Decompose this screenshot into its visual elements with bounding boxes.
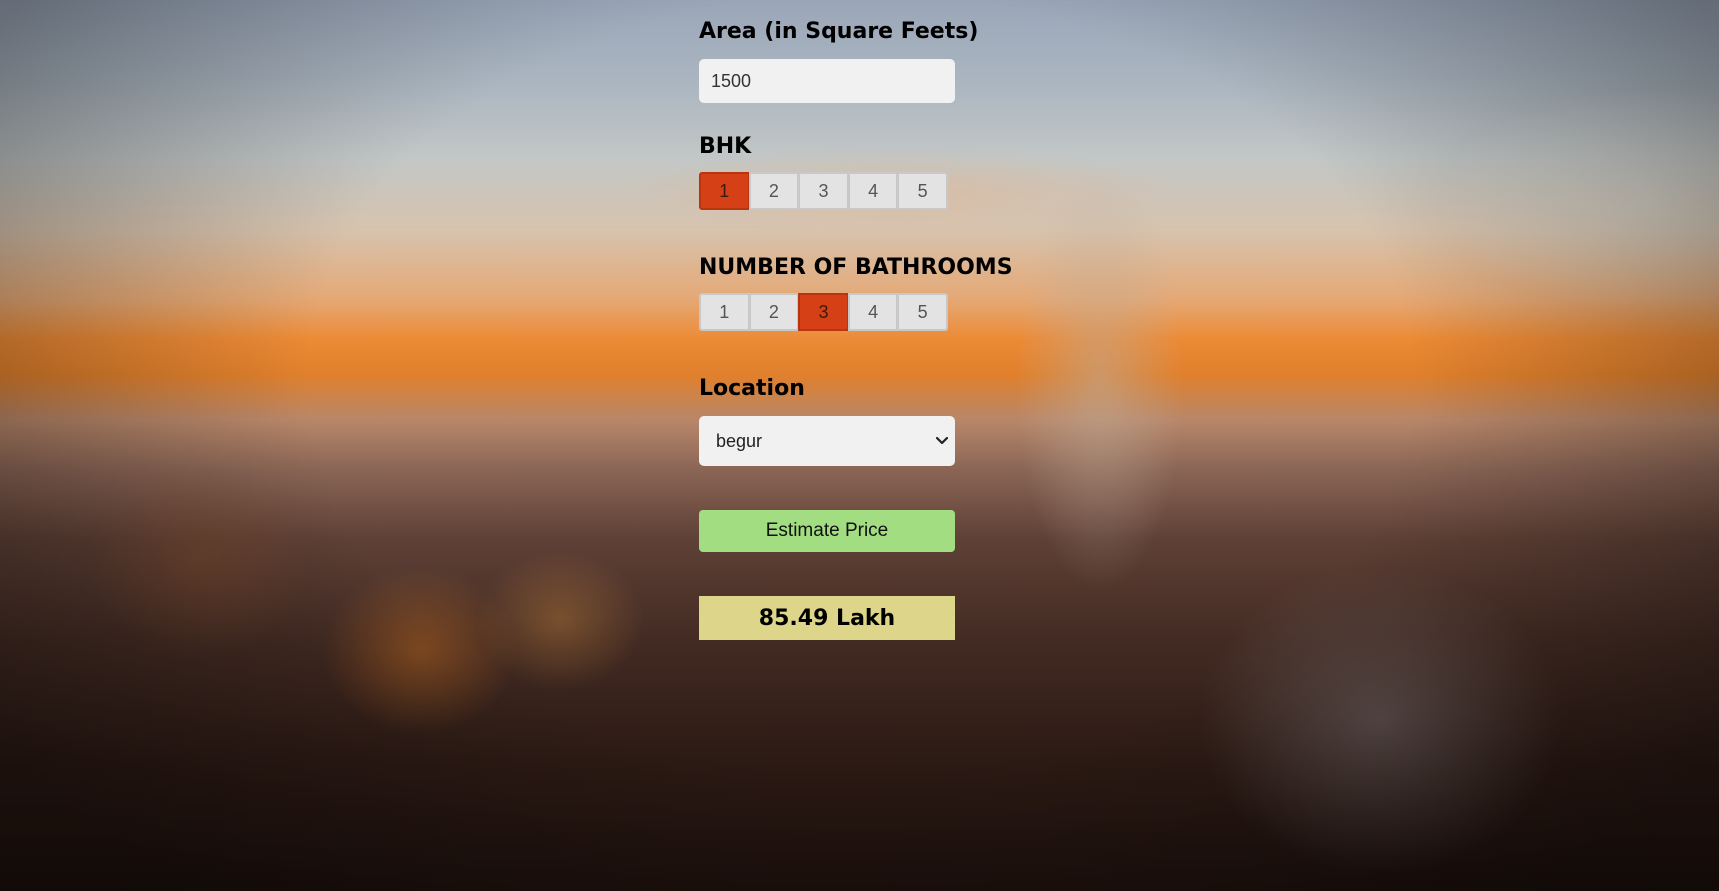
bathrooms-option-3[interactable]: 3 — [798, 293, 849, 331]
bhk-option-3[interactable]: 3 — [798, 172, 849, 210]
bathrooms-selector: 1 2 3 4 5 — [699, 293, 952, 331]
bathrooms-label: NUMBER OF BATHROOMS — [699, 255, 1013, 280]
estimated-price-result: 85.49 Lakh — [699, 596, 955, 640]
bathrooms-option-5[interactable]: 5 — [897, 293, 948, 331]
bhk-option-5[interactable]: 5 — [897, 172, 948, 210]
bhk-label: BHK — [699, 134, 752, 159]
area-label: Area (in Square Feets) — [699, 19, 979, 44]
bhk-selector: 1 2 3 4 5 — [699, 172, 952, 210]
bhk-option-1[interactable]: 1 — [699, 172, 750, 210]
bhk-option-2[interactable]: 2 — [748, 172, 800, 210]
bathrooms-option-2[interactable]: 2 — [748, 293, 800, 331]
chevron-down-icon — [935, 436, 949, 445]
bathrooms-option-4[interactable]: 4 — [847, 293, 899, 331]
estimate-price-button[interactable]: Estimate Price — [699, 510, 955, 552]
price-estimator-form: Area (in Square Feets) BHK 1 2 3 4 5 NUM… — [699, 12, 1013, 640]
location-selected-value: begur — [716, 431, 763, 451]
area-input[interactable] — [699, 59, 955, 103]
bhk-option-4[interactable]: 4 — [847, 172, 899, 210]
location-select[interactable]: begur — [699, 416, 955, 466]
bathrooms-option-1[interactable]: 1 — [699, 293, 750, 331]
location-label: Location — [699, 376, 805, 401]
